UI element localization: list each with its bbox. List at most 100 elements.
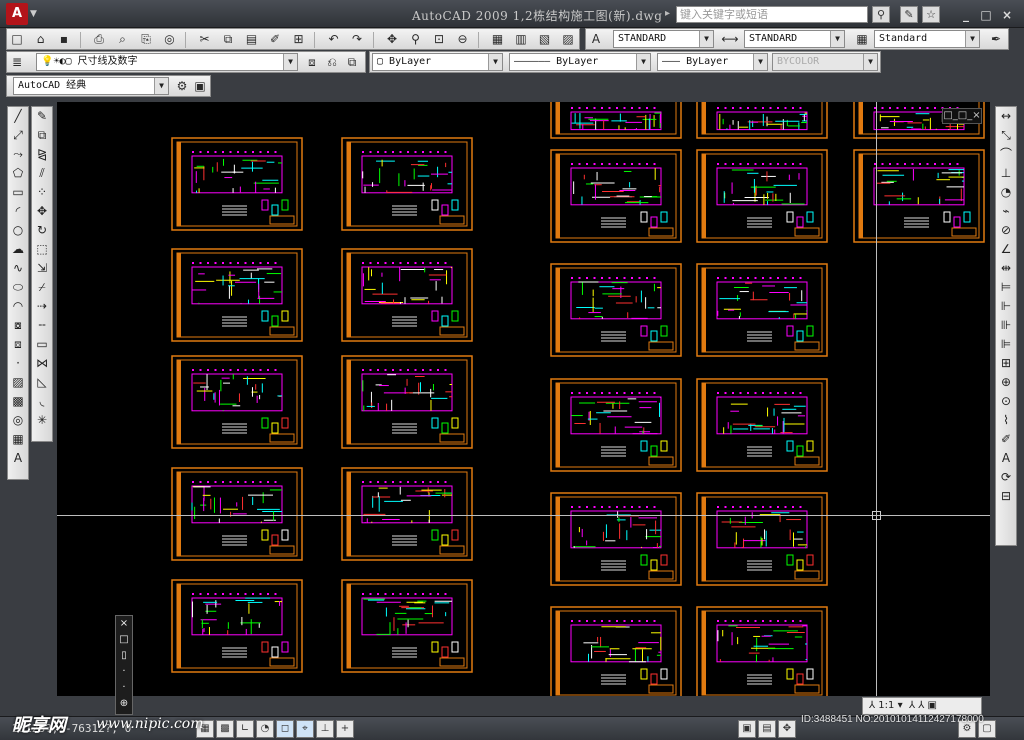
paste-icon[interactable]: ▤ — [242, 29, 262, 49]
arc-icon[interactable]: ◜ — [8, 202, 28, 221]
dynamic-input-icon[interactable]: + — [336, 720, 354, 738]
save-icon[interactable]: ▪ — [54, 29, 74, 49]
qnew-icon[interactable]: □ — [7, 29, 27, 49]
favorites-icon[interactable]: ☆ — [922, 6, 940, 23]
workspace-select[interactable]: AutoCAD 经典 ▼ — [13, 77, 169, 95]
move-icon[interactable]: ✥ — [32, 202, 52, 221]
app-menu-button[interactable]: A — [6, 3, 28, 25]
plot-preview-icon[interactable]: ⌕ — [113, 29, 133, 49]
sheet-set-icon[interactable]: ▨ — [558, 29, 578, 49]
revcloud-icon[interactable]: ☁ — [8, 240, 28, 259]
angular-icon[interactable]: ∠ — [996, 240, 1016, 259]
rotate-icon[interactable]: ↻ — [32, 221, 52, 240]
fillet-icon[interactable]: ◟ — [32, 392, 52, 411]
spline-icon[interactable]: ∿ — [8, 259, 28, 278]
mtext-icon[interactable]: A — [8, 449, 28, 468]
redo-icon[interactable]: ↷ — [347, 29, 367, 49]
construction-line-icon[interactable]: ⤢ — [8, 126, 28, 145]
zoom-previous-icon[interactable]: ⊖ — [453, 29, 473, 49]
undo-icon[interactable]: ↶ — [324, 29, 344, 49]
linear-dim-icon[interactable]: ↔ — [996, 107, 1016, 126]
line-icon[interactable]: ╱ — [8, 107, 28, 126]
tool-palettes-icon[interactable]: ▧ — [535, 29, 555, 49]
insert-block-icon[interactable]: ⧇ — [8, 316, 28, 335]
infocenter-arrow-icon[interactable]: ▸ — [665, 8, 670, 19]
linetype-select[interactable]: —————— ByLayer ▼ — [509, 53, 651, 71]
floating-item[interactable]: ⊕ — [116, 696, 132, 712]
trim-icon[interactable]: ⌿ — [32, 278, 52, 297]
baseline-icon[interactable]: ⊨ — [996, 278, 1016, 297]
dim-style-control-icon[interactable]: ⊟ — [996, 487, 1016, 506]
multileader-style-icon[interactable]: ✒ — [986, 29, 1006, 49]
dim-style-icon[interactable]: ⟷ — [720, 29, 740, 49]
annotation-scale-control[interactable]: ⅄ 1:1 ▾ ⅄ ⅄ ▣ — [862, 697, 982, 715]
copy-icon[interactable]: ⧉ — [218, 29, 238, 49]
layer-previous-icon[interactable]: ⎌ — [322, 52, 342, 72]
chamfer-icon[interactable]: ◺ — [32, 373, 52, 392]
table-style-select[interactable]: Standard ▼ — [874, 30, 980, 48]
dim-text-edit-icon[interactable]: A — [996, 449, 1016, 468]
arc-length-icon[interactable]: ⌒ — [996, 145, 1016, 164]
color-select[interactable]: ▢ ByLayer ▼ — [372, 53, 503, 71]
point-icon[interactable]: · — [8, 354, 28, 373]
model-space-icon[interactable]: ▣ — [738, 720, 756, 738]
communication-center-icon[interactable]: ✎ — [900, 6, 918, 23]
zoom-realtime-icon[interactable]: ⚲ — [406, 29, 426, 49]
scale-icon[interactable]: ⬚ — [32, 240, 52, 259]
properties-icon[interactable]: ▦ — [488, 29, 508, 49]
make-current-layer-icon[interactable]: ⧈ — [302, 52, 322, 72]
tolerance-icon[interactable]: ⊞ — [996, 354, 1016, 373]
floating-item[interactable]: · — [116, 664, 132, 680]
continue-icon[interactable]: ⊩ — [996, 297, 1016, 316]
diameter-icon[interactable]: ⊘ — [996, 221, 1016, 240]
maximize-button[interactable]: □ — [978, 8, 994, 22]
floating-item[interactable]: ▯ — [116, 648, 132, 664]
floating-item[interactable]: □ — [116, 632, 132, 648]
drawing-canvas[interactable]: □_□_× — [57, 102, 990, 696]
layer-states-icon[interactable]: ⧉ — [342, 52, 362, 72]
extend-icon[interactable]: ⇢ — [32, 297, 52, 316]
rectangle-icon[interactable]: ▭ — [8, 183, 28, 202]
design-center-icon[interactable]: ▥ — [511, 29, 531, 49]
zoom-window-icon[interactable]: ⊡ — [429, 29, 449, 49]
ducs-icon[interactable]: ⊥ — [316, 720, 334, 738]
pan-status-icon[interactable]: ✥ — [778, 720, 796, 738]
text-style-icon[interactable]: A — [586, 29, 606, 49]
3d-dwf-icon[interactable]: ◎ — [160, 29, 180, 49]
gradient-icon[interactable]: ▩ — [8, 392, 28, 411]
offset-icon[interactable]: ⫽ — [32, 164, 52, 183]
hatch-icon[interactable]: ▨ — [8, 373, 28, 392]
cut-icon[interactable]: ✂ — [195, 29, 215, 49]
search-icon[interactable]: ⚲ — [872, 6, 890, 23]
erase-icon[interactable]: ✎ — [32, 107, 52, 126]
table-style-icon[interactable]: ▦ — [852, 29, 872, 49]
dim-break-icon[interactable]: ⊫ — [996, 335, 1016, 354]
join-icon[interactable]: ⋈ — [32, 354, 52, 373]
region-icon[interactable]: ◎ — [8, 411, 28, 430]
stretch-icon[interactable]: ⇲ — [32, 259, 52, 278]
dim-update-icon[interactable]: ⟳ — [996, 468, 1016, 487]
workspace-settings-icon[interactable]: ⚙ — [172, 76, 192, 96]
object-snap-tracking-icon[interactable]: ⌖ — [296, 720, 314, 738]
search-input[interactable]: 键入关键字或短语 — [676, 6, 868, 23]
workspace-save-icon[interactable]: ▣ — [190, 76, 210, 96]
copy-object-icon[interactable]: ⧉ — [32, 126, 52, 145]
dim-edit-icon[interactable]: ✐ — [996, 430, 1016, 449]
layer-manager-icon[interactable]: ≣ — [7, 52, 27, 72]
make-block-icon[interactable]: ⧈ — [8, 335, 28, 354]
polygon-icon[interactable]: ⬠ — [8, 164, 28, 183]
viewport-controls[interactable]: □_□_× — [942, 108, 982, 124]
open-icon[interactable]: ⌂ — [31, 29, 51, 49]
polar-tracking-icon[interactable]: ◔ — [256, 720, 274, 738]
layout-icon[interactable]: ▤ — [758, 720, 776, 738]
jogged-linear-icon[interactable]: ⌇ — [996, 411, 1016, 430]
ordinate-icon[interactable]: ⊥ — [996, 164, 1016, 183]
minimize-button[interactable]: _ — [958, 8, 974, 22]
aligned-dim-icon[interactable]: ⤡ — [996, 126, 1016, 145]
radius-icon[interactable]: ◔ — [996, 183, 1016, 202]
layer-select[interactable]: 💡☀◐▢ 尺寸线及数字 ▼ — [36, 53, 298, 71]
ellipse-arc-icon[interactable]: ◠ — [8, 297, 28, 316]
center-mark-icon[interactable]: ⊕ — [996, 373, 1016, 392]
explode-icon[interactable]: ✳ — [32, 411, 52, 430]
grid-display-icon[interactable]: ▩ — [216, 720, 234, 738]
